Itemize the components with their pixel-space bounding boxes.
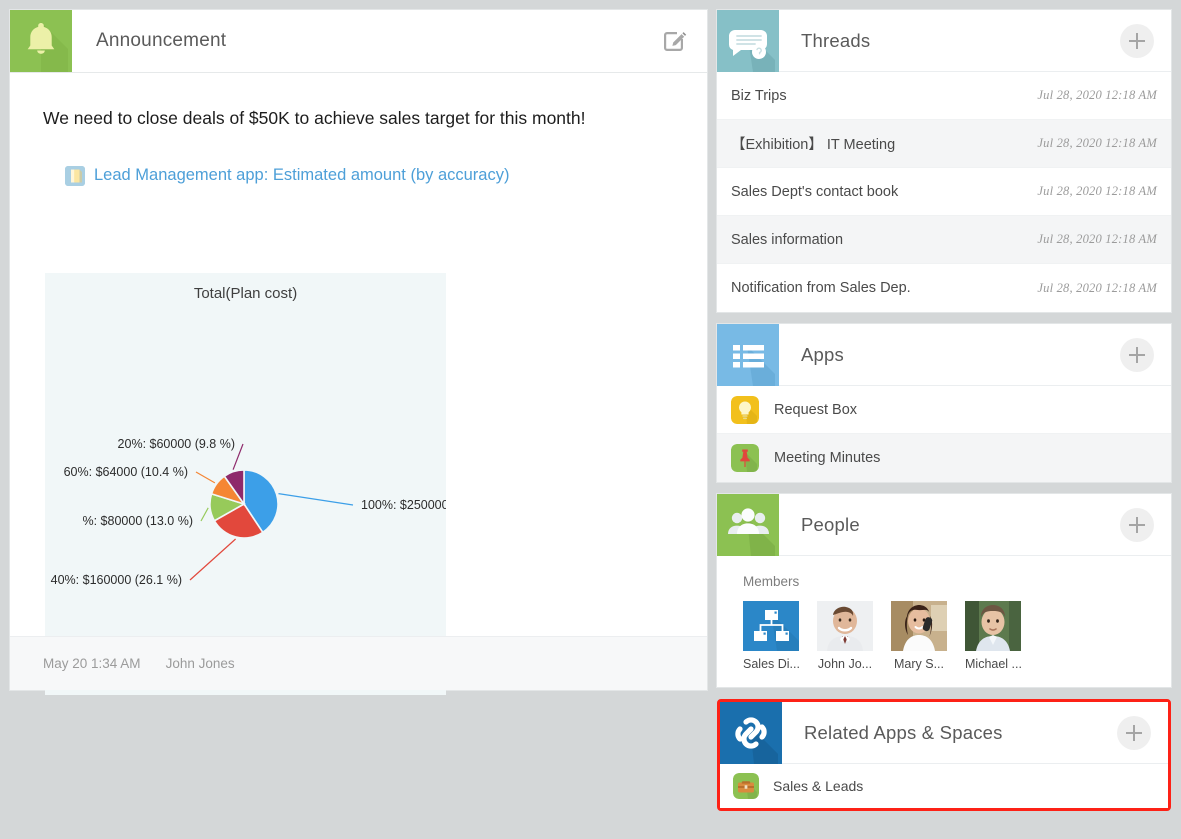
add-app-button[interactable] bbox=[1120, 337, 1154, 372]
page-title: Announcement bbox=[96, 30, 227, 51]
thread-label: Sales information bbox=[731, 231, 844, 248]
app-row[interactable]: Request Box bbox=[717, 386, 1171, 434]
threads-panel: Threads Biz Trips Jul 28, 2020 12:18 AM 【E… bbox=[717, 9, 1171, 312]
lead-management-link[interactable]: Lead Management app: Estimated amount (b… bbox=[65, 165, 707, 186]
pie-slices bbox=[209, 469, 279, 539]
threads-header: Threads bbox=[717, 9, 1171, 72]
related-apps-panel: Related Apps & Spaces Sales & Leads bbox=[717, 699, 1171, 811]
threads-list: Biz Trips Jul 28, 2020 12:18 AM 【Exhibitio… bbox=[717, 72, 1171, 312]
lead-management-link-label: Lead Management app: Estimated amount (b… bbox=[94, 166, 510, 185]
avatar bbox=[965, 601, 1021, 651]
member-item[interactable]: John Jo... bbox=[817, 601, 873, 671]
thread-label: Sales Dept's contact book bbox=[731, 183, 899, 200]
pie-slice-label: 60%: $64000 (10.4 %) bbox=[64, 465, 188, 479]
pie-leader-line bbox=[189, 538, 236, 581]
related-apps-list: Sales & Leads bbox=[720, 764, 1168, 808]
threads-title: Threads bbox=[801, 29, 871, 51]
add-person-button[interactable] bbox=[1120, 507, 1154, 542]
member-name: Sales Di... bbox=[743, 657, 800, 671]
app-row[interactable]: Meeting Minutes bbox=[717, 434, 1171, 482]
pie-leader-line bbox=[200, 507, 209, 522]
thread-label: 【Exhibition】 IT Meeting bbox=[731, 137, 896, 153]
right-column: Threads Biz Trips Jul 28, 2020 12:18 AM 【E… bbox=[717, 9, 1171, 823]
apps-panel: Apps Request Box Meeting Minutes bbox=[717, 323, 1171, 482]
related-app-row[interactable]: Sales & Leads bbox=[720, 764, 1168, 808]
thread-row[interactable]: Sales information Jul 28, 2020 12:18 AM bbox=[717, 216, 1171, 264]
thread-row[interactable]: Notification from Sales Dep. Jul 28, 2020… bbox=[717, 264, 1171, 312]
announcement-date: May 20 1:34 AM bbox=[43, 656, 141, 671]
apps-title: Apps bbox=[801, 343, 844, 365]
pie-chart-svg: 100%: $250000 (40.7 40%: $160000 (26.1 %)… bbox=[51, 437, 446, 587]
list-icon bbox=[717, 323, 779, 386]
announcement-author: John Jones bbox=[165, 656, 235, 671]
thread-date: Jul 28, 2020 12:18 AM bbox=[1037, 184, 1157, 198]
edit-pencil-icon[interactable] bbox=[661, 28, 687, 54]
people-title: People bbox=[801, 513, 860, 535]
add-related-app-button[interactable] bbox=[1117, 715, 1151, 750]
member-name: Michael ... bbox=[965, 657, 1022, 671]
related-app-label: Sales & Leads bbox=[773, 778, 864, 794]
thread-label: Biz Trips bbox=[731, 87, 787, 104]
pie-leader-line bbox=[195, 471, 216, 484]
speech-bubble-icon bbox=[717, 9, 779, 72]
thread-date: Jul 28, 2020 12:18 AM bbox=[1037, 136, 1157, 150]
related-apps-title: Related Apps & Spaces bbox=[804, 721, 1003, 743]
pie-leader-line bbox=[278, 493, 354, 506]
chain-link-icon bbox=[720, 701, 782, 764]
members-list: Sales Di... John Jo... Mary S... Michael ..… bbox=[743, 601, 1171, 671]
announcement-footer: May 20 1:34 AM John Jones bbox=[10, 636, 707, 690]
related-apps-header: Related Apps & Spaces bbox=[720, 701, 1168, 764]
people-panel: People Members Sales Di... John Jo... Mary… bbox=[717, 493, 1171, 687]
thread-row[interactable]: 【Exhibition】 IT Meeting Jul 28, 2020 12:1… bbox=[717, 120, 1171, 168]
thread-label: Notification from Sales Dep. bbox=[731, 280, 911, 296]
pie-slice-label: 100%: $250000 (40.7 bbox=[361, 498, 446, 512]
member-name: Mary S... bbox=[893, 657, 944, 671]
announcement-text: We need to close deals of $50K to achiev… bbox=[43, 108, 586, 128]
people-body: Members Sales Di... John Jo... Mary S... Mi… bbox=[717, 556, 1171, 687]
thread-row[interactable]: Biz Trips Jul 28, 2020 12:18 AM bbox=[717, 72, 1171, 120]
app-document-icon bbox=[65, 165, 85, 186]
member-item[interactable]: Sales Di... bbox=[743, 601, 800, 671]
apps-list: Request Box Meeting Minutes bbox=[717, 386, 1171, 482]
pie-chart-panel: Total(Plan cost) 100%: $250000 (40.740%:… bbox=[45, 273, 446, 695]
pie-slice-label: 20%: $60000 (9.8 %) bbox=[118, 437, 235, 451]
thread-row[interactable]: Sales Dept's contact book Jul 28, 2020 12… bbox=[717, 168, 1171, 216]
people-icon bbox=[717, 493, 779, 556]
bell-icon bbox=[10, 10, 72, 72]
member-item[interactable]: Mary S... bbox=[891, 601, 947, 671]
dashboard-page: Announcement We need to close deals of $… bbox=[0, 0, 1181, 839]
briefcase-icon bbox=[733, 773, 759, 799]
app-label: Request Box bbox=[774, 401, 858, 418]
avatar bbox=[743, 601, 799, 651]
pushpin-icon bbox=[731, 444, 759, 472]
announcement-card: Announcement We need to close deals of $… bbox=[10, 10, 707, 695]
add-thread-button[interactable] bbox=[1120, 23, 1154, 58]
lightbulb-icon bbox=[731, 395, 759, 424]
thread-date: Jul 28, 2020 12:18 AM bbox=[1037, 88, 1157, 102]
thread-date: Jul 28, 2020 12:18 AM bbox=[1037, 232, 1157, 246]
member-name: John Jo... bbox=[817, 657, 873, 671]
avatar bbox=[891, 601, 947, 651]
avatar bbox=[817, 601, 873, 651]
members-label: Members bbox=[743, 574, 800, 589]
thread-date: Jul 28, 2020 12:18 AM bbox=[1037, 280, 1157, 295]
people-header: People bbox=[717, 493, 1171, 556]
apps-header: Apps bbox=[717, 323, 1171, 386]
announcement-body: We need to close deals of $50K to achiev… bbox=[10, 73, 707, 695]
member-item[interactable]: Michael ... bbox=[965, 601, 1022, 671]
announcement-header: Announcement bbox=[10, 10, 707, 73]
pie-slice-label: 40%: $160000 (26.1 %) bbox=[51, 573, 182, 587]
pie-slice-label: %: $80000 (13.0 %) bbox=[83, 514, 194, 528]
app-label: Meeting Minutes bbox=[774, 450, 881, 466]
